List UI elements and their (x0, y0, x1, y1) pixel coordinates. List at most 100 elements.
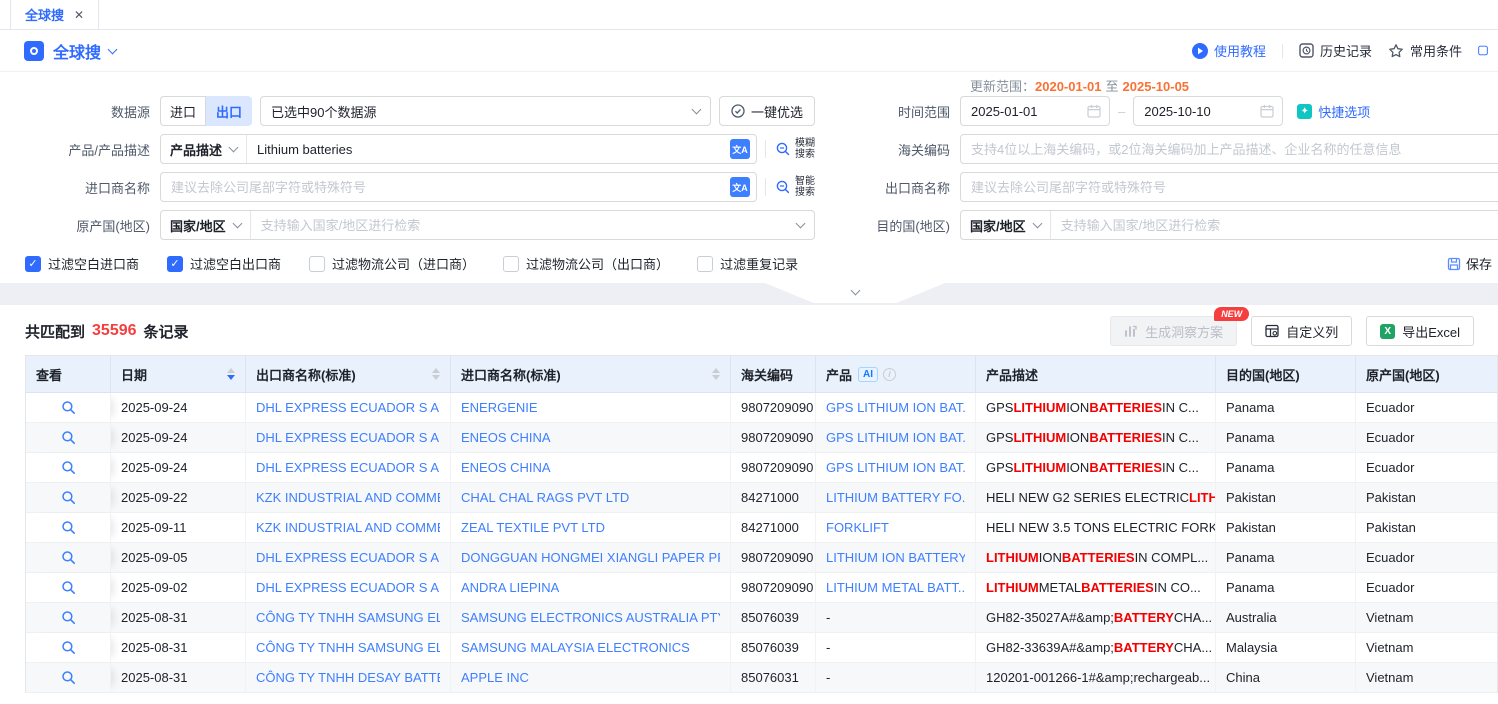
exporter-link[interactable]: KZK INDUSTRIAL AND COMMERCIAL CO (256, 520, 440, 535)
importer-link[interactable]: ENERGENIE (461, 400, 538, 415)
exporter-link[interactable]: DHL EXPRESS ECUADOR S A (256, 580, 439, 595)
importer-link[interactable]: ENEOS CHINA (461, 430, 551, 445)
translate-icon[interactable]: 文A (730, 177, 750, 197)
close-icon[interactable]: ✕ (74, 8, 84, 22)
filter-checkbox-1[interactable]: ✓过滤空白出口商 (167, 254, 281, 273)
importer-input[interactable] (161, 173, 730, 201)
history-link[interactable]: 历史记录 (1299, 41, 1372, 60)
view-record-button[interactable] (26, 573, 111, 602)
product-type-select[interactable]: 产品描述 (161, 135, 247, 163)
dest-country-select[interactable]: 国家/地区 (961, 211, 1051, 239)
column-header-exporter[interactable]: 出口商名称(标准) (246, 356, 451, 392)
importer-link[interactable]: SAMSUNG MALAYSIA ELECTRONICS (461, 640, 690, 655)
importer-link[interactable]: DONGGUAN HONGMEI XIANGLI PAPER PR... (461, 550, 720, 565)
exporter-link[interactable]: KZK INDUSTRIAL AND COMMERCIAL CO (256, 490, 440, 505)
view-record-button[interactable] (26, 543, 111, 572)
export-toggle-button[interactable]: 出口 (206, 96, 252, 126)
info-icon[interactable]: i (883, 368, 896, 381)
importer-link[interactable]: APPLE INC (461, 670, 529, 685)
exporter-link[interactable]: DHL EXPRESS ECUADOR S A (256, 400, 439, 415)
view-record-button[interactable] (26, 633, 111, 662)
description-text: GH82-33639A#&amp; (986, 640, 1114, 655)
product-link[interactable]: LITHIUM ION BATTERY (826, 550, 965, 565)
product-link[interactable]: GPS LITHIUM ION BAT... (826, 400, 965, 415)
table-row: 2025-09-24DHL EXPRESS ECUADOR S AENEOS C… (26, 453, 1497, 483)
importer-link[interactable]: ANDRA LIEPINA (461, 580, 559, 595)
chevron-down-icon[interactable] (108, 44, 118, 54)
checkbox-unchecked-icon[interactable] (503, 256, 519, 272)
sort-arrows-icon[interactable] (426, 368, 440, 380)
product-link[interactable]: FORKLIFT (826, 520, 889, 535)
filter-checkbox-2[interactable]: 过滤物流公司（进口商） (309, 254, 475, 273)
origin-country-input[interactable] (251, 211, 797, 239)
import-toggle-button[interactable]: 进口 (160, 96, 206, 126)
product-link[interactable]: GPS LITHIUM ION BAT... (826, 430, 965, 445)
hs_code-text: 85076039 (741, 640, 799, 655)
checkbox-checked-icon[interactable]: ✓ (25, 256, 41, 272)
product-input[interactable] (247, 135, 730, 163)
view-record-button[interactable] (26, 453, 111, 482)
exporter-link[interactable]: DHL EXPRESS ECUADOR S A (256, 550, 439, 565)
insight-label: 生成洞察方案 (1145, 322, 1223, 341)
product-link[interactable]: LITHIUM BATTERY FO... (826, 490, 965, 505)
importer-link[interactable]: CHAL CHAL RAGS PVT LTD (461, 490, 629, 505)
sort-arrows-icon[interactable] (706, 368, 720, 380)
exporter-link[interactable]: DHL EXPRESS ECUADOR S A (256, 460, 439, 475)
dest-country-input[interactable] (1051, 211, 1498, 239)
view-record-button[interactable] (26, 603, 111, 632)
view-record-button[interactable] (26, 513, 111, 542)
generate-insight-button[interactable]: 生成洞察方案 NEW (1110, 316, 1237, 346)
sort-arrows-icon[interactable] (221, 368, 235, 380)
checkbox-checked-icon[interactable]: ✓ (167, 256, 183, 272)
importer-link[interactable]: ZEAL TEXTILE PVT LTD (461, 520, 605, 535)
save-conditions-button[interactable]: 保存 (1447, 254, 1492, 273)
smart-search-button[interactable]: 智能 搜索 (765, 176, 815, 198)
fuzzy-search-button[interactable]: 模糊 搜索 (765, 138, 815, 160)
collapse-panel-button[interactable] (765, 283, 945, 303)
filter-checkbox-4[interactable]: 过滤重复记录 (697, 254, 798, 273)
chevron-down-icon (850, 286, 860, 296)
custom-columns-button[interactable]: 自定义列 (1251, 316, 1352, 346)
destination-text: Panama (1226, 460, 1274, 475)
filter-checkbox-0[interactable]: ✓过滤空白进口商 (25, 254, 139, 273)
checkbox-unchecked-icon[interactable] (697, 256, 713, 272)
more-icon[interactable] (1478, 43, 1488, 58)
cell-description: LITHIUM METAL BATTERIES IN CO... (976, 573, 1216, 602)
start-date-value[interactable] (971, 104, 1087, 119)
hs-code-input[interactable] (961, 135, 1498, 163)
importer-link[interactable]: ENEOS CHINA (461, 460, 551, 475)
filter-checkbox-3[interactable]: 过滤物流公司（出口商） (503, 254, 669, 273)
exporter-input[interactable] (961, 173, 1498, 201)
view-record-button[interactable] (26, 393, 111, 422)
column-header-importer[interactable]: 进口商名称(标准) (451, 356, 731, 392)
view-record-button[interactable] (26, 663, 111, 692)
favorites-link[interactable]: 常用条件 (1388, 41, 1462, 60)
result-count: 共匹配到 35596 条记录 (25, 321, 189, 342)
importer-link[interactable]: SAMSUNG ELECTRONICS AUSTRALIA PTY (461, 610, 720, 625)
origin-country-select[interactable]: 国家/地区 (161, 211, 251, 239)
end-date-input[interactable] (1133, 96, 1283, 126)
product-link[interactable]: GPS LITHIUM ION BAT... (826, 460, 965, 475)
view-record-button[interactable] (26, 423, 111, 452)
export-excel-button[interactable]: X 导出Excel (1366, 316, 1474, 346)
ai-badge: AI (858, 367, 878, 382)
view-record-button[interactable] (26, 483, 111, 512)
quick-options-link[interactable]: ✦ 快捷选项 (1297, 102, 1370, 121)
tutorial-link[interactable]: 使用教程 (1192, 41, 1266, 60)
one-click-optimize-button[interactable]: 一键优选 (719, 96, 815, 126)
exporter-link[interactable]: CÔNG TY TNHH DESAY BATTERY VINA (256, 670, 440, 685)
exporter-link[interactable]: CÔNG TY TNHH SAMSUNG ELECTRONICS ... (256, 610, 440, 625)
cell-origin: Pakistan (1356, 513, 1498, 542)
tab-global-search[interactable]: 全球搜 ✕ (10, 0, 99, 29)
translate-icon[interactable]: 文A (730, 139, 750, 159)
datasource-select[interactable]: 已选中90个数据源 (260, 96, 711, 126)
update-range-end: 2025-10-05 (1123, 79, 1190, 94)
exporter-link[interactable]: DHL EXPRESS ECUADOR S A (256, 430, 439, 445)
start-date-input[interactable] (960, 96, 1110, 126)
quick-options-label: 快捷选项 (1318, 102, 1370, 121)
column-header-date[interactable]: 日期 (111, 356, 246, 392)
end-date-value[interactable] (1144, 104, 1260, 119)
product-link[interactable]: LITHIUM METAL BATT... (826, 580, 965, 595)
exporter-link[interactable]: CÔNG TY TNHH SAMSUNG ELECTRONICS ... (256, 640, 440, 655)
checkbox-unchecked-icon[interactable] (309, 256, 325, 272)
